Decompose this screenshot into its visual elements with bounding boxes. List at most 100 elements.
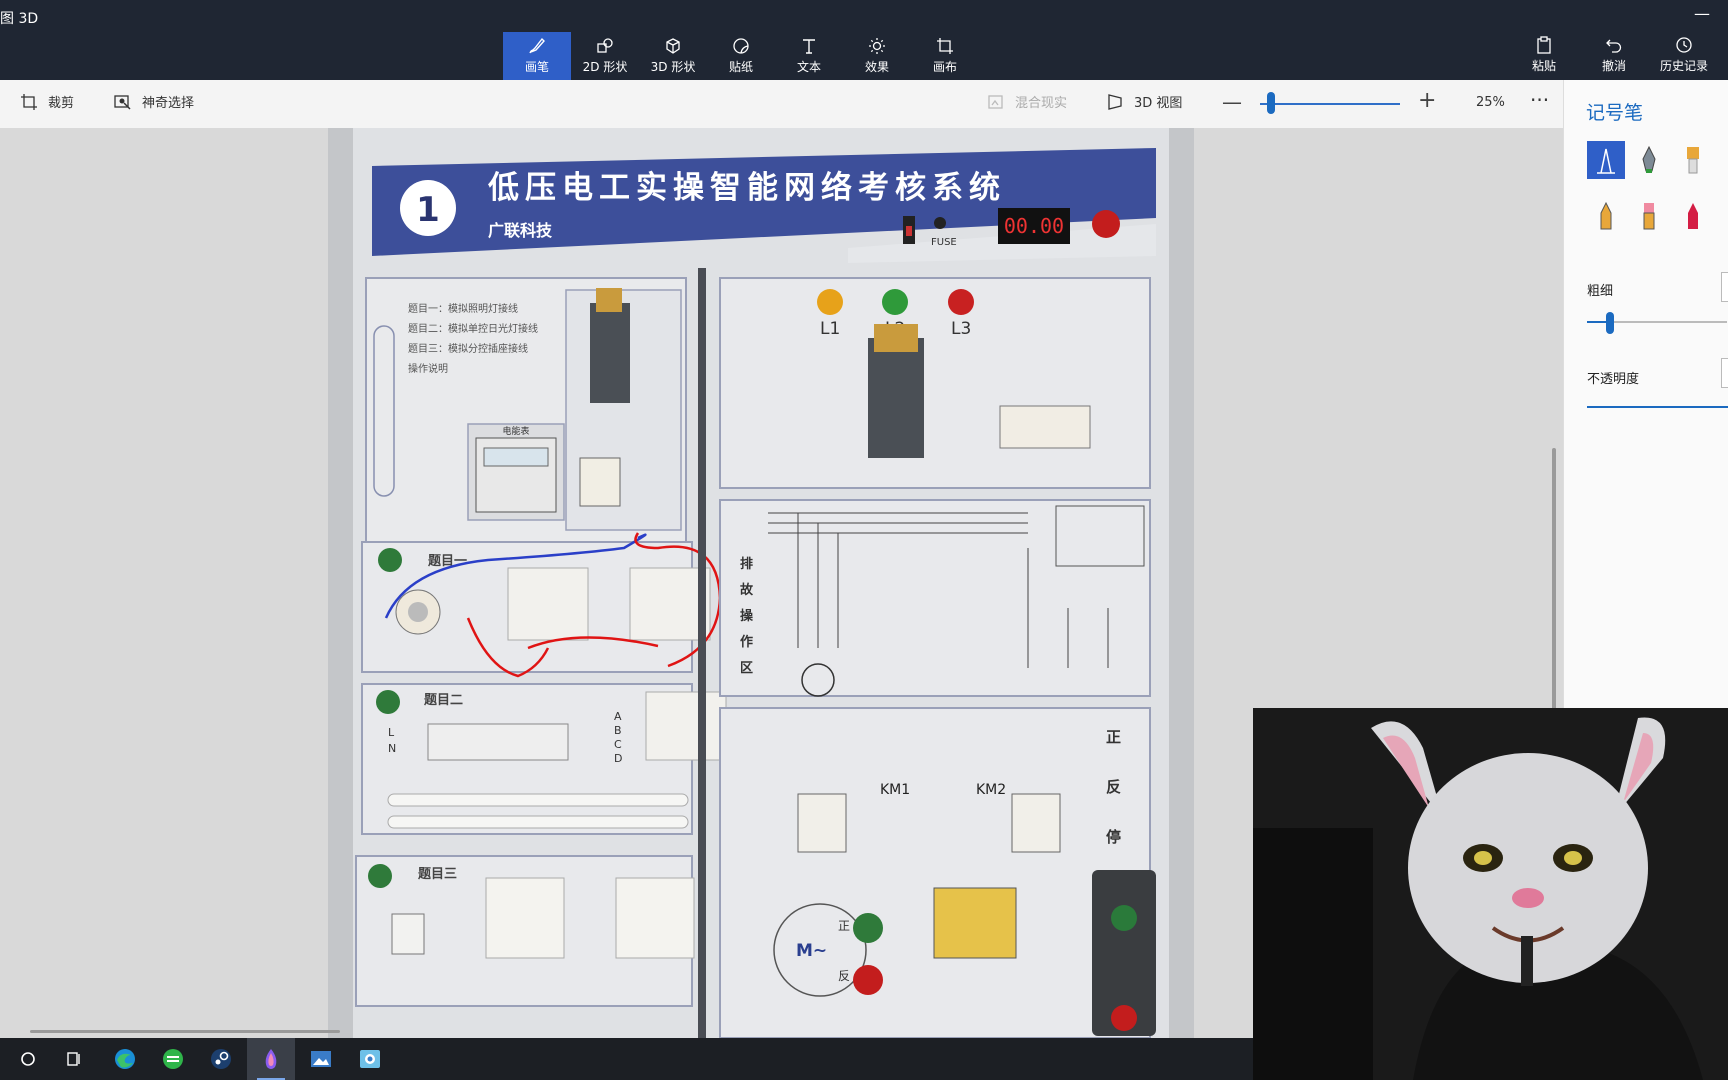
tab-label: 3D 形状 [650,60,696,74]
text-icon [803,39,815,54]
oil-brush-icon [1687,147,1699,174]
taskbar-steam[interactable] [197,1038,245,1080]
panel-title: 记号笔 [1586,102,1644,124]
svg-text:题目二：模拟单控日光灯接线: 题目二：模拟单控日光灯接线 [408,322,538,335]
svg-text:操作说明: 操作说明 [408,362,448,375]
zoom-value: 25% [1476,95,1505,110]
tab-text[interactable]: 文本 [775,32,843,80]
light-l3-label: L3 [951,319,971,339]
brush-calligraphy[interactable] [1630,141,1668,179]
thickness-value-box[interactable] [1721,272,1728,302]
mixed-reality-label: 混合现实 [1015,96,1068,111]
km1-label: KM1 [880,782,910,798]
label-a: A [614,710,622,723]
tab-effects[interactable]: 效果 [843,32,911,80]
marker-icon [1597,148,1615,174]
horizontal-scrollbar[interactable] [30,1030,340,1033]
tab-label: 画布 [932,60,957,74]
tab-stickers[interactable]: 贴纸 [707,32,775,80]
mixed-reality-button[interactable]: 混合现实 [987,92,1067,111]
crayon-icon [1688,203,1698,229]
brush-oil[interactable] [1674,141,1712,179]
magic-select-label: 神奇选择 [142,96,195,111]
tab-label: 2D 形状 [582,60,628,74]
undo-button[interactable]: 撤消 [1580,36,1648,74]
view-3d-icon [1108,93,1122,110]
opacity-label: 不透明度 [1587,372,1640,387]
label-forward: 正 [1106,728,1121,746]
task-view-button[interactable] [50,1038,98,1080]
taskbar-paint3d[interactable] [247,1038,295,1080]
motor-symbol: M~ [796,941,827,961]
webcam-image [1253,708,1728,1080]
motor-forward-label: 正 [838,919,850,933]
zone-char-3: 操 [740,608,753,624]
brush-panel: 记号笔 粗细 不透明度 [1563,80,1728,710]
capture-icon [360,1050,380,1068]
zoom-out-button[interactable]: — [1222,90,1242,114]
undo-icon [1606,39,1622,53]
fuse-label: FUSE [931,237,957,248]
zoom-slider-track[interactable] [1260,103,1400,105]
zone-char-5: 区 [740,661,753,676]
label-stop: 停 [1106,828,1121,846]
minimize-icon[interactable]: — [1694,4,1710,23]
eraser-icon [1643,203,1655,230]
tab-brushes[interactable]: 画笔 [503,32,571,80]
brush-crayon[interactable] [1674,197,1712,235]
brush-icon [529,37,545,54]
taskbar-green-app[interactable] [149,1038,197,1080]
taskbar-edge[interactable] [101,1038,149,1080]
zoom-slider-thumb[interactable] [1267,92,1275,114]
taskbar [0,1038,1253,1080]
history-icon [1676,37,1692,53]
webcam-overlay [1253,708,1728,1080]
mixed-reality-icon [988,94,1003,109]
edge-icon [115,1049,135,1069]
more-options-button[interactable]: ··· [1530,88,1549,112]
tab-canvas[interactable]: 画布 [911,32,979,80]
topic-3-label: 题目三 [418,867,457,882]
paste-label: 粘贴 [1531,59,1556,73]
topic-2-label: 题目二 [424,693,463,708]
view-3d-button[interactable]: 3D 视图 [1106,92,1182,111]
taskbar-photos[interactable] [297,1038,345,1080]
board-display: 00.00 [1004,214,1064,238]
board-title: 低压电工实操智能网络考核系统 [487,170,1006,206]
command-bar: 裁剪 神奇选择 混合现实 3D 视图 — + 25% ··· [0,80,1563,129]
km2-label: KM2 [976,782,1006,798]
tab-label: 贴纸 [728,60,753,74]
thickness-label: 粗细 [1587,284,1614,299]
thickness-slider-thumb[interactable] [1606,312,1614,334]
calligraphy-pen-icon [1642,145,1656,173]
zoom-in-button[interactable]: + [1418,88,1436,113]
label-reverse: 反 [1106,778,1121,796]
board-company: 广联科技 [488,221,553,240]
history-label: 历史记录 [1659,59,1708,73]
history-button[interactable]: 历史记录 [1650,36,1718,74]
tool-tabs: 画笔 2D 形状 3D 形状 贴纸 文本 效果 画布 [503,32,979,80]
tab-3d-shapes[interactable]: 3D 形状 [639,32,707,80]
brush-pencil[interactable] [1587,197,1625,235]
green-app-icon [163,1049,183,1069]
tab-2d-shapes[interactable]: 2D 形状 [571,32,639,80]
training-board-photo: 1 低压电工实操智能网络考核系统 广联科技 FUSE 00.00 题目一：模拟照… [328,128,1194,1038]
tab-label: 效果 [864,60,889,74]
start-button[interactable] [4,1038,52,1080]
svg-text:题目三：模拟分控插座接线: 题目三：模拟分控插座接线 [408,342,528,355]
label-d: D [614,752,622,765]
opacity-slider-track[interactable] [1587,406,1728,408]
opacity-value-box[interactable] [1721,358,1728,388]
view-3d-label: 3D 视图 [1134,96,1183,111]
crop-button[interactable]: 裁剪 [20,92,74,111]
brush-eraser[interactable] [1630,197,1668,235]
taskbar-capture[interactable] [346,1038,394,1080]
paste-button[interactable]: 粘贴 [1510,36,1578,74]
ribbon: 图 3D — 画笔 2D 形状 3D 形状 贴纸 文本 效果 画布 粘贴 撤消 … [0,0,1728,80]
zone-char-4: 作 [740,634,753,650]
magic-select-button[interactable]: 神奇选择 [114,92,194,111]
brush-marker[interactable] [1587,141,1625,179]
label-n: N [388,742,396,755]
zone-char-2: 故 [740,582,754,598]
undo-label: 撤消 [1601,59,1626,73]
